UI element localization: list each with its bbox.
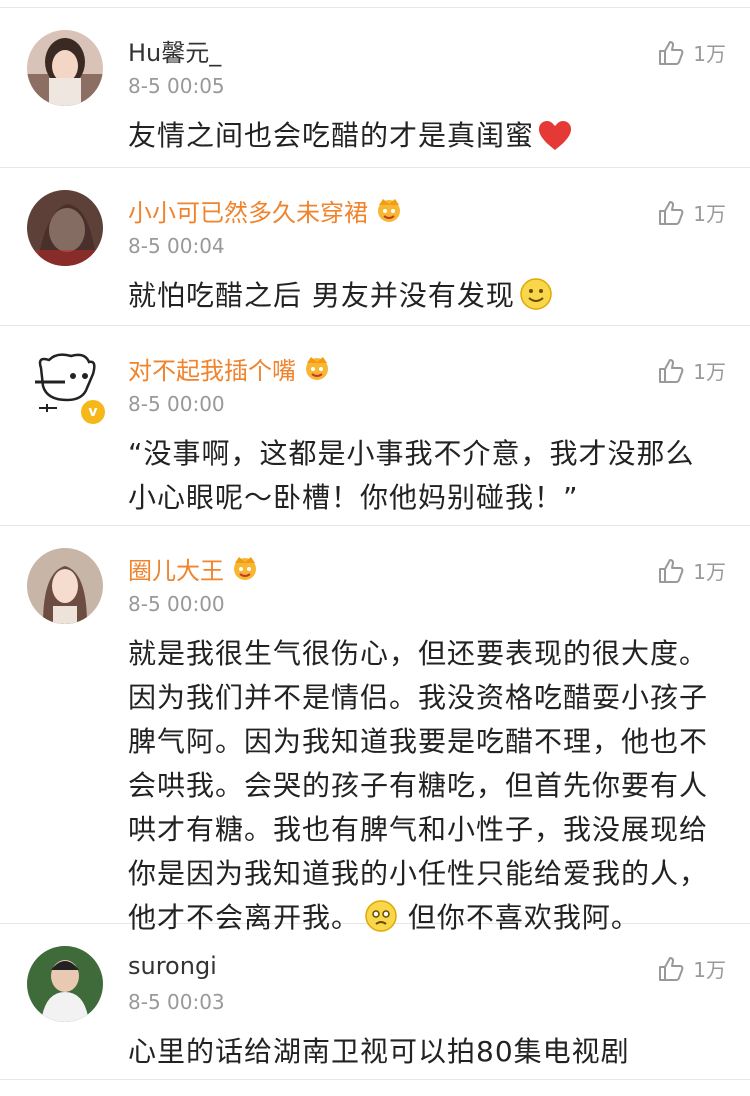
- comment-text: 就是我很生气很伤心，但还要表现的很大度。因为我们并不是情侣。我没资格吃醋耍小孩子…: [128, 632, 722, 946]
- comment-body: 友情之间也会吃醋的才是真闺蜜: [128, 119, 535, 152]
- timestamp: 8-5 00:03: [128, 990, 225, 1014]
- like-count: 1万: [693, 42, 726, 66]
- comment-item: 1万 surongi 8-5 00:03 心里的话给湖南卫视可以拍80集电视剧: [0, 924, 750, 1080]
- top-divider: [0, 0, 750, 8]
- thumbs-up-icon: [659, 200, 684, 225]
- comment-text: “没事啊，这都是小事我不介意，我才没那么小心眼呢～卧槽！你他妈别碰我！”: [128, 437, 695, 514]
- timestamp: 8-5 00:04: [128, 234, 225, 258]
- comment-text: 就怕吃醋之后 男友并没有发现: [128, 274, 722, 324]
- like-count: 1万: [693, 560, 726, 584]
- thumbs-up-icon: [659, 358, 684, 383]
- comment-body: 就是我很生气很伤心，但还要表现的很大度。因为我们并不是情侣。我没资格吃醋耍小孩子…: [128, 637, 709, 934]
- comment-text: 友情之间也会吃醋的才是真闺蜜: [128, 114, 722, 164]
- username[interactable]: Hu馨元_: [128, 33, 221, 68]
- thumbs-up-icon: [659, 40, 684, 65]
- avatar[interactable]: [27, 30, 103, 106]
- like-button[interactable]: 1万: [657, 356, 726, 385]
- username[interactable]: 对不起我插个嘴: [128, 351, 296, 386]
- avatar[interactable]: [27, 548, 103, 624]
- timestamp: 8-5 00:05: [128, 74, 225, 98]
- verified-badge-icon: v: [79, 398, 107, 426]
- vip-crown-icon: [302, 355, 332, 381]
- red-heart-icon: [538, 120, 572, 164]
- thumbs-up-icon: [659, 558, 684, 583]
- username[interactable]: surongi: [128, 952, 217, 980]
- like-button[interactable]: 1万: [657, 954, 726, 983]
- comment-item: 1万 圈儿大王 8-5 00:00 就是我很生气很伤心，但还要表现的很大度。因为…: [0, 526, 750, 934]
- timestamp: 8-5 00:00: [128, 392, 225, 416]
- comment-body: 就怕吃醋之后 男友并没有发现: [128, 279, 515, 312]
- smile-icon: [519, 277, 553, 324]
- thumbs-up-icon: [659, 956, 684, 981]
- like-count: 1万: [693, 202, 726, 226]
- vip-crown-icon: [374, 197, 404, 223]
- like-button[interactable]: 1万: [657, 38, 726, 67]
- like-count: 1万: [693, 958, 726, 982]
- timestamp: 8-5 00:00: [128, 592, 225, 616]
- comment-item: 1万 小小可已然多久未穿裙 8-5 00:04 就怕吃醋之后 男友并没有发现: [0, 168, 750, 326]
- comment-text: 心里的话给湖南卫视可以拍80集电视剧: [128, 1035, 630, 1068]
- avatar[interactable]: [27, 946, 103, 1022]
- like-count: 1万: [693, 360, 726, 384]
- vip-crown-icon: [230, 555, 260, 581]
- username[interactable]: 小小可已然多久未穿裙: [128, 193, 368, 228]
- username[interactable]: 圈儿大王: [128, 551, 224, 586]
- like-button[interactable]: 1万: [657, 556, 726, 585]
- avatar[interactable]: [27, 190, 103, 266]
- like-button[interactable]: 1万: [657, 198, 726, 227]
- comment-item: v 1万 对不起我插个嘴 8-5 00:00 “没事啊，这都是小事我不介意，我才…: [0, 326, 750, 526]
- comment-item: 1万 Hu馨元_ 8-5 00:05 友情之间也会吃醋的才是真闺蜜: [0, 8, 750, 168]
